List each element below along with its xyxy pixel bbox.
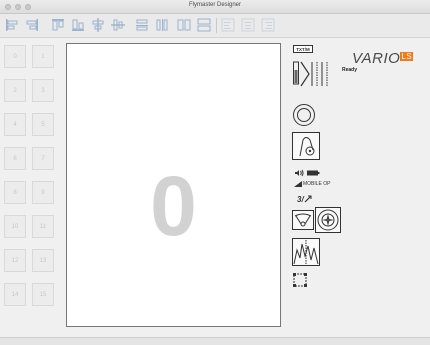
device-status: Ready: [342, 67, 358, 73]
page-button[interactable]: 12: [4, 249, 26, 272]
page-button[interactable]: 7: [32, 147, 54, 170]
align-bottom-icon[interactable]: [70, 17, 86, 33]
sound-battery-widget[interactable]: [294, 169, 322, 177]
wing-widget[interactable]: [292, 210, 314, 230]
compass-ring-widget[interactable]: [292, 103, 316, 127]
page-button[interactable]: 9: [32, 181, 54, 204]
page-number-watermark: 0: [150, 159, 197, 253]
text-label-chip: TXT/M: [296, 47, 310, 52]
same-width-icon[interactable]: [176, 17, 192, 33]
page-button[interactable]: 1: [32, 45, 54, 68]
align-right-icon[interactable]: [24, 17, 40, 33]
brand-suffix: LS: [400, 52, 414, 61]
align-center-vertical-icon[interactable]: [110, 17, 126, 33]
text-right-icon[interactable]: [260, 17, 276, 33]
thermal-map-widget[interactable]: [292, 132, 320, 160]
page-button[interactable]: 8: [4, 181, 26, 204]
selection-frame-widget[interactable]: [293, 273, 307, 287]
compass-rose-widget[interactable]: [315, 207, 341, 233]
page-button[interactable]: 6: [4, 147, 26, 170]
text-left-icon[interactable]: [220, 17, 236, 33]
distribute-horizontal-icon[interactable]: [154, 17, 170, 33]
wind-label: 3/: [297, 195, 304, 204]
window-titlebar: Flymaster Designer: [0, 0, 430, 14]
align-left-icon[interactable]: [4, 17, 20, 33]
align-top-icon[interactable]: [50, 17, 66, 33]
mobile-signal-icon[interactable]: [294, 181, 302, 187]
page-button[interactable]: 0: [4, 45, 26, 68]
mobile-operator-label: MOBILE OP: [303, 181, 331, 187]
page-button[interactable]: 14: [4, 283, 26, 306]
page-button[interactable]: 13: [32, 249, 54, 272]
brand-text: VARIO: [352, 50, 401, 67]
wind-widget[interactable]: 3/: [297, 194, 313, 204]
text-label-widget[interactable]: TXT/M: [293, 45, 313, 53]
altitude-graph-widget[interactable]: [292, 238, 320, 266]
page-button[interactable]: 4: [4, 113, 26, 136]
text-center-icon[interactable]: [240, 17, 256, 33]
design-canvas[interactable]: 0: [66, 43, 281, 327]
toolbar: [0, 14, 430, 38]
toolbar-separator: [216, 18, 217, 33]
page-button[interactable]: 5: [32, 113, 54, 136]
page-button[interactable]: 15: [32, 283, 54, 306]
distribute-vertical-icon[interactable]: [134, 17, 150, 33]
same-height-icon[interactable]: [196, 17, 212, 33]
page-button[interactable]: 11: [32, 215, 54, 238]
page-button[interactable]: 10: [4, 215, 26, 238]
status-bar: [0, 337, 430, 345]
page-button[interactable]: 2: [4, 79, 26, 102]
device-brand-logo: VARIOLS: [352, 50, 414, 67]
vario-bar-widget[interactable]: [293, 60, 329, 88]
page-button[interactable]: 3: [32, 79, 54, 102]
align-center-horizontal-icon[interactable]: [90, 17, 106, 33]
window-title: Flymaster Designer: [188, 2, 241, 8]
